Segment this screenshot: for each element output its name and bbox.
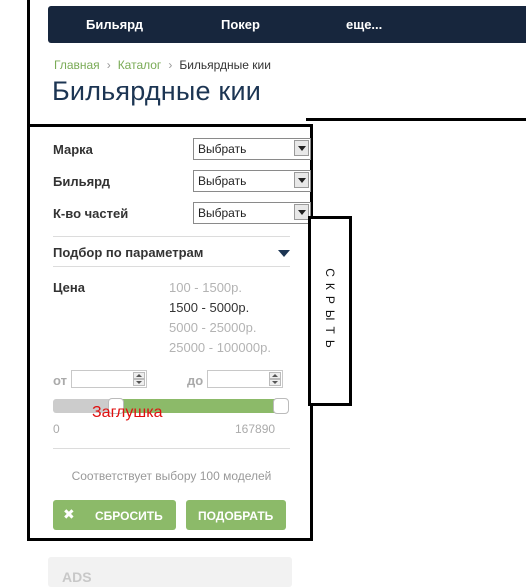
filter-row-parts: К-во частей Выбрать [53, 202, 311, 224]
chevron-down-icon[interactable] [294, 140, 309, 156]
nav-item-more[interactable]: еще... [346, 17, 382, 32]
hide-panel-frame [306, 118, 526, 121]
billiard-select-value: Выбрать [198, 174, 247, 188]
brand-label: Марка [53, 142, 93, 157]
price-to-input[interactable] [207, 370, 283, 388]
breadcrumb: Главная › Каталог › Бильярдные кии [54, 58, 271, 72]
price-label: Цена [53, 280, 85, 295]
filter-row-brand: Марка Выбрать [53, 138, 311, 160]
page-title: Бильярдные кии [52, 76, 262, 106]
nav-item-poker[interactable]: Покер [221, 17, 260, 32]
breadcrumb-current: Бильярдные кии [179, 58, 271, 72]
price-option-active[interactable]: 1500 - 5000р. [169, 300, 249, 315]
brand-select[interactable]: Выбрать [193, 138, 311, 160]
breadcrumb-home-link[interactable]: Главная [54, 58, 100, 72]
chevron-down-icon[interactable] [294, 204, 309, 220]
slider-min-value: 0 [53, 422, 60, 436]
slider-max-value: 167890 [235, 422, 276, 436]
to-spinner [269, 372, 281, 386]
ads-block: ADS [48, 557, 292, 587]
breadcrumb-separator: › [168, 58, 173, 72]
brand-select-value: Выбрать [198, 142, 247, 156]
filter-panel: Марка Выбрать Бильярд Выбрать К-во часте… [27, 124, 313, 541]
price-from-input[interactable] [71, 370, 147, 388]
match-count-text: Соответствует выбору 100 моделей [71, 469, 272, 483]
divider [53, 448, 290, 449]
spin-down-icon[interactable] [133, 379, 145, 386]
parts-count-label: К-во частей [53, 206, 129, 221]
reset-button-label: СБРОСИТЬ [95, 509, 163, 523]
divider [53, 236, 290, 237]
placeholder-stub-label: Заглушка [92, 404, 163, 421]
from-spinner [133, 372, 145, 386]
spin-up-icon[interactable] [133, 372, 145, 379]
params-heading: Подбор по параметрам [53, 245, 204, 260]
from-label: от [53, 373, 67, 388]
price-slider[interactable] [53, 398, 289, 414]
price-option[interactable]: 5000 - 25000р. [169, 320, 256, 335]
breadcrumb-catalog-link[interactable]: Каталог [118, 58, 162, 72]
price-option[interactable]: 25000 - 100000р. [169, 340, 271, 355]
nav-item-billiards[interactable]: Бильярд [86, 17, 143, 32]
filter-row-billiard: Бильярд Выбрать [53, 170, 311, 192]
spin-up-icon[interactable] [269, 372, 281, 379]
breadcrumb-separator: › [106, 58, 111, 72]
price-slider-handle-max[interactable] [273, 398, 289, 414]
divider [53, 266, 290, 267]
hide-panel-tab[interactable]: СКРЫТЬ [308, 216, 352, 406]
apply-button-label: ПОДОБРАТЬ [198, 509, 274, 523]
hide-tab-label: СКРЫТЬ [323, 268, 337, 354]
billiard-label: Бильярд [53, 174, 111, 189]
close-icon: ✖ [63, 506, 75, 522]
price-option[interactable]: 100 - 1500р. [169, 280, 242, 295]
top-navigation: Бильярд Покер еще... [48, 6, 526, 43]
apply-button[interactable]: ПОДОБРАТЬ [186, 500, 286, 530]
params-toggle[interactable]: Подбор по параметрам [53, 245, 290, 263]
to-label: до [187, 373, 204, 388]
parts-count-select[interactable]: Выбрать [193, 202, 311, 224]
ads-label: ADS [62, 569, 92, 585]
billiard-select[interactable]: Выбрать [193, 170, 311, 192]
parts-count-select-value: Выбрать [198, 206, 247, 220]
reset-button[interactable]: ✖ СБРОСИТЬ [53, 500, 176, 530]
chevron-down-icon[interactable] [294, 172, 309, 188]
spin-down-icon[interactable] [269, 379, 281, 386]
caret-down-icon [278, 250, 290, 257]
